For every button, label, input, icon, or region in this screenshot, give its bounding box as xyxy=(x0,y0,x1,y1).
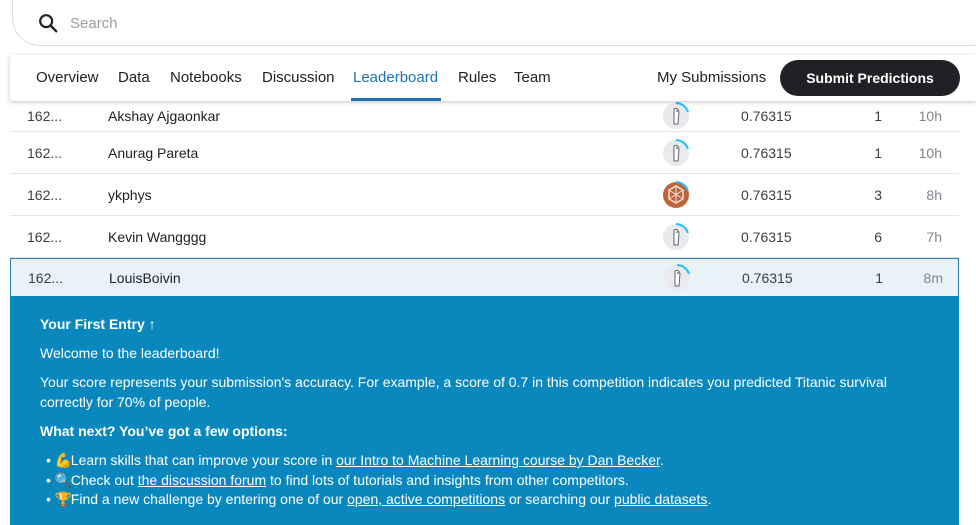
tab-discussion[interactable]: Discussion xyxy=(262,69,335,86)
team-name-link[interactable]: LouisBoivin xyxy=(109,270,181,286)
pattern-avatar-icon[interactable] xyxy=(661,180,691,210)
list-item-text: . xyxy=(707,491,712,507)
score-cell: 0.76315 xyxy=(742,270,793,286)
list-item-text: Check out xyxy=(70,471,138,488)
default-avatar-icon[interactable] xyxy=(661,138,691,168)
ml-course-link[interactable]: our Intro to Machine Learning course by … xyxy=(336,452,660,468)
entries-cell: 6 xyxy=(874,228,882,245)
score-cell: 0.76315 xyxy=(741,108,792,124)
competition-tab-bar: Overview Data Notebooks Discussion Leade… xyxy=(10,55,976,101)
table-row[interactable]: 162... Anurag Pareta 0.76315 1 10h xyxy=(10,132,959,174)
panel-next-heading: What next? You’ve got a few options: xyxy=(40,423,288,439)
score-cell: 0.76315 xyxy=(741,228,792,245)
magnifying-glass-icon: 🔍 xyxy=(54,471,73,488)
table-row[interactable]: 162... ykphys 0.76315 3 8h xyxy=(10,174,959,216)
search-icon xyxy=(39,14,58,33)
table-row[interactable]: 162... Kevin Wangggg 0.76315 6 7h xyxy=(10,216,959,258)
search-bar[interactable]: Search xyxy=(12,0,976,46)
options-list: • 💪Learn skills that can improve your sc… xyxy=(46,451,711,510)
tab-overview[interactable]: Overview xyxy=(36,69,99,86)
entries-cell: 1 xyxy=(874,144,882,161)
list-item: • 💪Learn skills that can improve your sc… xyxy=(46,451,711,471)
list-item-text: or searching our xyxy=(505,491,615,507)
tab-rules[interactable]: Rules xyxy=(458,69,496,86)
trophy-icon: 🏆 xyxy=(54,491,73,507)
list-item-text: to find lots of tutorials and insights f… xyxy=(266,471,629,488)
entries-cell: 1 xyxy=(874,108,882,124)
active-competitions-link[interactable]: open, active competitions xyxy=(347,491,505,507)
tab-leaderboard[interactable]: Leaderboard xyxy=(353,69,438,86)
last-submission-cell: 10h xyxy=(918,108,942,124)
last-submission-cell: 8h xyxy=(926,186,942,203)
team-name-link[interactable]: ykphys xyxy=(108,187,152,203)
team-name-link[interactable]: Anurag Pareta xyxy=(108,145,198,161)
rank-cell: 162... xyxy=(28,270,64,286)
default-avatar-icon[interactable] xyxy=(661,222,691,252)
panel-title: Your First Entry ↑ xyxy=(40,316,156,332)
rank-cell: 162... xyxy=(27,186,63,203)
entries-cell: 1 xyxy=(875,270,883,286)
panel-welcome-text: Welcome to the leaderboard! xyxy=(40,345,220,361)
first-entry-panel: Your First Entry ↑ Welcome to the leader… xyxy=(10,296,959,525)
list-item-text: Learn skills that can improve your score… xyxy=(70,452,337,468)
discussion-forum-link[interactable]: the discussion forum xyxy=(138,472,266,488)
flexed-biceps-icon: 💪 xyxy=(54,452,73,468)
rank-cell: 162... xyxy=(27,144,63,161)
tab-data[interactable]: Data xyxy=(118,69,150,86)
table-row[interactable]: 162... Akshay Ajgaonkar 0.76315 1 10h xyxy=(10,101,959,132)
last-submission-cell: 7h xyxy=(926,228,942,245)
score-cell: 0.76315 xyxy=(741,144,792,161)
team-name-link[interactable]: Kevin Wangggg xyxy=(108,229,206,245)
search-input[interactable]: Search xyxy=(70,15,118,32)
default-avatar-icon[interactable] xyxy=(661,101,691,131)
tab-team[interactable]: Team xyxy=(514,69,551,86)
default-avatar-icon[interactable] xyxy=(662,263,692,293)
public-datasets-link[interactable]: public datasets xyxy=(614,491,707,507)
last-submission-cell: 8m xyxy=(923,270,943,286)
leaderboard-table: 162... Akshay Ajgaonkar 0.76315 1 10h 16… xyxy=(10,101,959,298)
my-submissions-link[interactable]: My Submissions xyxy=(657,69,766,86)
score-cell: 0.76315 xyxy=(741,186,792,203)
panel-score-explanation: Your score represents your submission's … xyxy=(40,374,887,410)
list-item-text: Find a new challenge by entering one of … xyxy=(70,491,348,507)
submit-predictions-button[interactable]: Submit Predictions xyxy=(780,60,960,96)
last-submission-cell: 10h xyxy=(918,144,942,161)
rank-cell: 162... xyxy=(27,228,63,245)
active-tab-indicator xyxy=(351,98,441,101)
list-item: • 🏆Find a new challenge by entering one … xyxy=(46,490,711,510)
tab-notebooks[interactable]: Notebooks xyxy=(170,69,242,86)
rank-cell: 162... xyxy=(27,108,63,124)
list-item-text: . xyxy=(659,452,664,468)
entries-cell: 3 xyxy=(874,186,882,203)
table-row-current-user[interactable]: 162... LouisBoivin 0.76315 1 8m xyxy=(10,258,959,298)
team-name-link[interactable]: Akshay Ajgaonkar xyxy=(108,108,220,124)
list-item: • 🔍Check out the discussion forum to fin… xyxy=(46,471,711,491)
